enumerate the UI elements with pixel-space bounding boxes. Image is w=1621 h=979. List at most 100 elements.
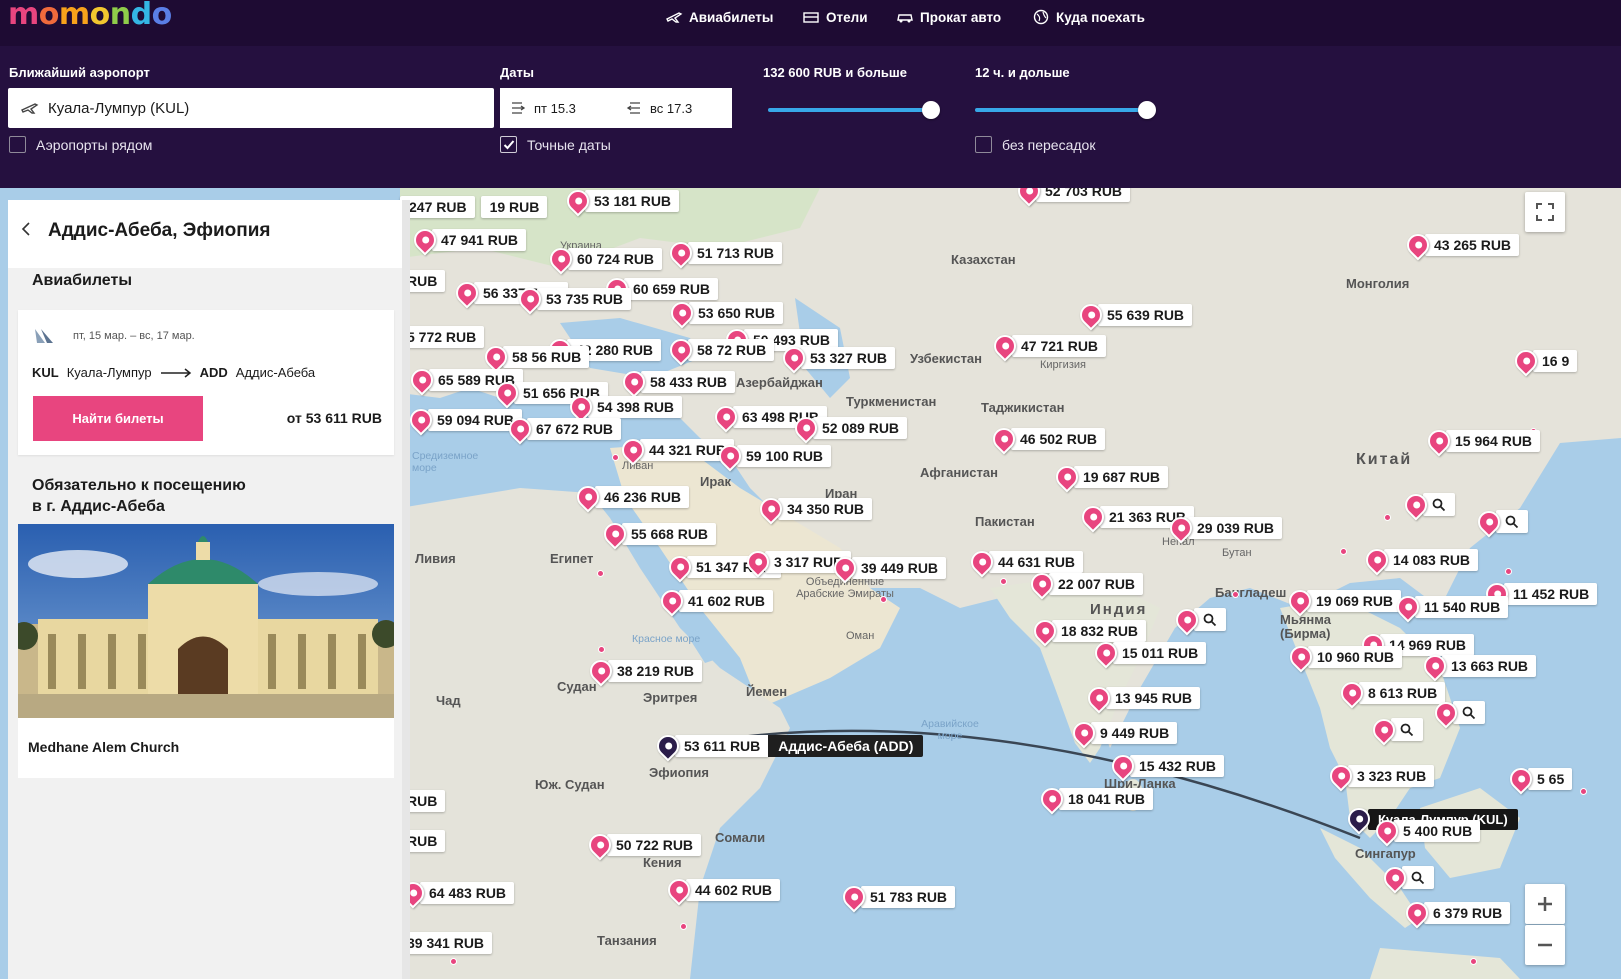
price-pin[interactable]: 55 639 RUB	[1075, 299, 1193, 331]
price-pin[interactable]: 15 011 RUB	[1090, 637, 1207, 669]
price-pin[interactable]: 53 735 RUB	[514, 283, 632, 315]
price-pin[interactable]: 59 100 RUB	[714, 440, 832, 472]
price-pin[interactable]: 67 672 RUB	[504, 413, 622, 445]
cluster-pin[interactable]	[1171, 603, 1226, 636]
cluster-search-button[interactable]	[1391, 718, 1423, 741]
price-pin[interactable]: 59 094 RUB	[405, 404, 523, 436]
price-label[interactable]: 59 100 RUB	[737, 445, 832, 467]
price-pin[interactable]: 46 502 RUB	[988, 423, 1106, 455]
price-label[interactable]: 5 772 RUB	[398, 326, 485, 348]
price-pin[interactable]: 44 321 RUB	[617, 434, 735, 466]
price-label[interactable]: 64 483 RUB	[420, 882, 515, 904]
price-pin[interactable]: 19 069 RUB	[1284, 585, 1402, 617]
price-pin[interactable]: 53 650 RUB	[666, 297, 784, 329]
price-label[interactable]: 41 602 RUB	[679, 590, 774, 612]
price-label[interactable]: 19 RUB	[480, 196, 548, 218]
cluster-pin[interactable]	[1400, 488, 1455, 521]
price-label[interactable]: 22 007 RUB	[1049, 573, 1144, 595]
attraction-card[interactable]: Medhane Alem Church	[18, 524, 394, 778]
price-pin[interactable]: 3 323 RUB	[1325, 760, 1435, 792]
price-pin[interactable]: 60 724 RUB	[545, 243, 663, 275]
price-label[interactable]: 46 502 RUB	[1011, 428, 1106, 450]
price-label[interactable]: 51 713 RUB	[688, 242, 783, 264]
price-pin[interactable]: 53 327 RUB	[778, 342, 896, 374]
price-label[interactable]: 50 722 RUB	[607, 834, 702, 856]
price-label[interactable]: 6 379 RUB	[1424, 902, 1511, 924]
price-label[interactable]: 19 687 RUB	[1074, 466, 1169, 488]
price-label[interactable]: 13 945 RUB	[1106, 687, 1201, 709]
price-label[interactable]: 53 327 RUB	[801, 347, 896, 369]
price-label[interactable]: 47 721 RUB	[1012, 335, 1107, 357]
price-pin[interactable]: 50 722 RUB	[584, 829, 702, 861]
price-pin[interactable]: 47 941 RUB	[409, 224, 527, 256]
price-label[interactable]: 38 219 RUB	[608, 660, 703, 682]
price-label[interactable]: 44 631 RUB	[989, 551, 1084, 573]
price-pin[interactable]: 9 449 RUB	[1068, 717, 1178, 749]
price-pin[interactable]: 55 668 RUB	[599, 518, 717, 550]
price-label[interactable]: 19 069 RUB	[1307, 590, 1402, 612]
price-pin[interactable]: 39 341 RUB	[398, 932, 493, 954]
price-label[interactable]: 11 452 RUB	[1504, 583, 1598, 605]
price-pin[interactable]: 52 089 RUB	[790, 412, 908, 444]
price-pin[interactable]: 58 72 RUB	[665, 334, 775, 366]
price-pin[interactable]: 58 56 RUB	[480, 341, 590, 373]
price-pin[interactable]: 51 713 RUB	[665, 237, 783, 269]
cluster-search-button[interactable]	[1402, 866, 1434, 889]
price-label[interactable]: 58 433 RUB	[641, 371, 736, 393]
nonstop-toggle[interactable]: без пересадок	[975, 136, 1095, 153]
cluster-search-button[interactable]	[1496, 510, 1528, 533]
cluster-pin[interactable]	[1379, 861, 1434, 894]
price-label[interactable]: 14 083 RUB	[1384, 549, 1479, 571]
price-label[interactable]: 58 72 RUB	[688, 339, 775, 361]
price-pin[interactable]: 22 007 RUB	[1026, 568, 1144, 600]
price-pin[interactable]: 52 703 RUB	[1013, 188, 1131, 207]
price-pin[interactable]: 53 181 RUB	[562, 188, 680, 217]
price-pin[interactable]: 16 9	[1510, 345, 1578, 377]
cluster-pin[interactable]	[1368, 713, 1423, 746]
price-pin[interactable]: 13 663 RUB	[1419, 650, 1537, 682]
nav-cars[interactable]: Прокат авто	[896, 7, 1001, 27]
nearby-airports-toggle[interactable]: Аэропорты рядом	[9, 136, 152, 153]
price-label[interactable]: 247 RUB	[400, 196, 475, 218]
cluster-search-button[interactable]	[1453, 701, 1485, 724]
price-pin[interactable]: 44 631 RUB	[966, 546, 1084, 578]
price-label[interactable]: 15 432 RUB	[1130, 755, 1225, 777]
price-label[interactable]: 67 672 RUB	[527, 418, 622, 440]
price-pin[interactable]: 14 083 RUB	[1361, 544, 1479, 576]
duration-slider[interactable]	[975, 101, 1156, 119]
nav-hotels[interactable]: Отели	[802, 7, 868, 27]
airport-input[interactable]: Куала-Лумпур (KUL)	[8, 88, 494, 128]
price-pin[interactable]: 39 449 RUB	[829, 552, 947, 584]
price-label[interactable]: 34 350 RUB	[778, 498, 873, 520]
price-label[interactable]: 39 341 RUB	[398, 932, 493, 954]
nonstop-checkbox[interactable]	[975, 136, 992, 153]
price-pin[interactable]: 41 602 RUB	[656, 585, 774, 617]
price-label[interactable]: 5 400 RUB	[1394, 820, 1481, 842]
price-label[interactable]: 29 039 RUB	[1188, 517, 1283, 539]
price-pin[interactable]: 29 039 RUB	[1165, 512, 1283, 544]
price-label[interactable]: 52 703 RUB	[1036, 188, 1131, 202]
panel-scrollbar[interactable]	[402, 200, 410, 979]
price-label[interactable]: 43 265 RUB	[1425, 234, 1520, 256]
price-pin[interactable]: 8 613 RUB	[1336, 677, 1446, 709]
price-label[interactable]: 58 56 RUB	[503, 346, 590, 368]
price-label[interactable]: 13 663 RUB	[1442, 655, 1537, 677]
price-label[interactable]: 52 089 RUB	[813, 417, 908, 439]
price-label[interactable]: 15 964 RUB	[1446, 430, 1541, 452]
price-pin[interactable]: 247 RUB 19 RUB	[400, 196, 548, 218]
price-pin[interactable]: 58 433 RUB	[618, 366, 736, 398]
price-pin[interactable]: 5 65	[1505, 763, 1573, 795]
price-label[interactable]: 55 668 RUB	[622, 523, 717, 545]
price-pin[interactable]: 5 772 RUB	[398, 326, 485, 348]
price-label[interactable]: 11 540 RUB	[1415, 596, 1509, 618]
duration-slider-handle[interactable]	[1138, 101, 1156, 119]
date-from-field[interactable]: пт 15.3	[500, 88, 618, 128]
price-label[interactable]: 9 449 RUB	[1091, 722, 1178, 744]
price-label[interactable]: 18 832 RUB	[1052, 620, 1147, 642]
cluster-pin[interactable]	[1430, 696, 1485, 729]
price-label[interactable]: 53 650 RUB	[689, 302, 784, 324]
price-label[interactable]: 39 449 RUB	[852, 557, 947, 579]
price-pin[interactable]: 64 483 RUB	[397, 877, 515, 909]
price-pin[interactable]: 38 219 RUB	[585, 655, 703, 687]
fullscreen-button[interactable]	[1525, 192, 1565, 232]
